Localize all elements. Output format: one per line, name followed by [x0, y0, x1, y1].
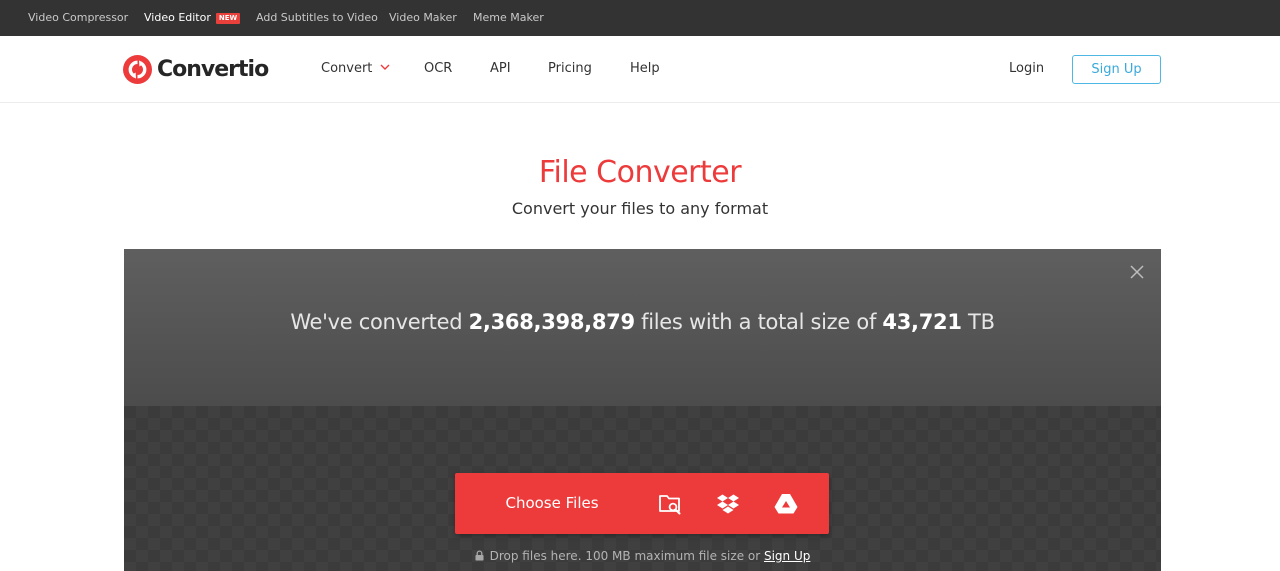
nav-item-pricing[interactable]: Pricing [548, 36, 592, 102]
chevron-down-icon [380, 64, 390, 70]
logo[interactable]: Convertio [123, 54, 269, 84]
upload-toolbar: Choose Files [455, 473, 829, 534]
topbar-link-video-compressor[interactable]: Video Compressor [28, 0, 128, 36]
drop-note: Drop files here. 100 MB maximum file siz… [124, 549, 1161, 563]
topbar-link-add-subtitles[interactable]: Add Subtitles to Video [256, 0, 378, 36]
folder-search-icon [659, 494, 681, 514]
lock-icon [475, 550, 484, 561]
topbar-link-video-editor[interactable]: Video Editor NEW [144, 0, 241, 36]
drop-note-signup-link[interactable]: Sign Up [764, 549, 810, 563]
upload-from-google-drive-button[interactable] [757, 473, 815, 534]
files-count: 2,368,398,879 [468, 310, 635, 334]
file-dropzone[interactable]: Choose Files Drop files here. 100 MB max… [124, 406, 1161, 571]
signup-button[interactable]: Sign Up [1072, 55, 1161, 84]
topbar-link-video-maker[interactable]: Video Maker [389, 0, 457, 36]
upload-from-computer-button[interactable] [641, 473, 699, 534]
upload-from-dropbox-button[interactable] [699, 473, 757, 534]
dropbox-icon [717, 494, 739, 513]
nav-item-convert[interactable]: Convert [321, 36, 390, 102]
size-unit: TB [961, 310, 995, 334]
nav-item-api[interactable]: API [490, 36, 511, 102]
login-link[interactable]: Login [1009, 36, 1044, 102]
nav-item-ocr[interactable]: OCR [424, 36, 452, 102]
stats-middle: files with a total size of [634, 310, 883, 334]
stats-banner: We've converted 2,368,398,879 files with… [124, 249, 1161, 406]
logo-text: Convertio [157, 56, 269, 82]
stats-prefix: We've converted [290, 310, 469, 334]
page-title: File Converter [538, 155, 742, 190]
page-subtitle: Convert your files to any format [511, 199, 769, 218]
choose-files-button[interactable]: Choose Files [455, 473, 649, 534]
total-size: 43,721 [882, 310, 962, 334]
nav-item-help[interactable]: Help [630, 36, 660, 102]
google-drive-icon [774, 494, 798, 514]
topbar-link-meme-maker[interactable]: Meme Maker [473, 0, 544, 36]
drop-note-text: Drop files here. 100 MB maximum file siz… [489, 549, 764, 563]
top-bar: Video Compressor Video Editor NEW Add Sub… [0, 0, 1280, 36]
topbar-link-label: Video Editor [144, 11, 211, 24]
new-badge: NEW [215, 13, 241, 24]
stats-text: We've converted 2,368,398,879 files with… [124, 310, 1161, 334]
convertio-logo-icon [123, 54, 152, 84]
nav-item-label: Convert [321, 61, 373, 76]
site-header: Convertio Convert OCR API Pricing Help L… [0, 36, 1280, 103]
close-icon[interactable] [1130, 265, 1144, 279]
